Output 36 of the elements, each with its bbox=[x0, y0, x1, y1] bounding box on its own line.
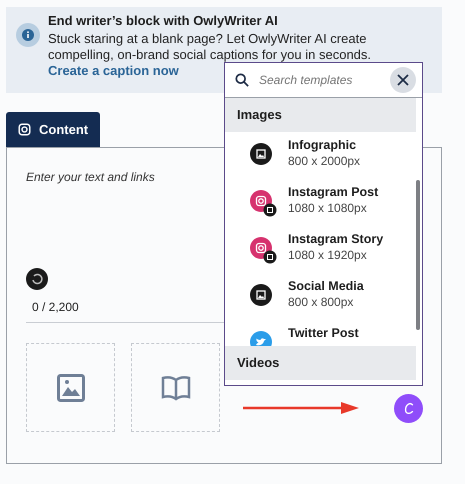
template-size: 1080 x 1080px bbox=[288, 201, 368, 215]
section-header: Videos bbox=[225, 346, 416, 380]
template-name: Social Media bbox=[288, 279, 364, 293]
image-icon bbox=[250, 143, 272, 165]
template-item[interactable]: Instagram Story 1080 x 1920px bbox=[225, 232, 422, 279]
book-icon bbox=[160, 374, 190, 402]
template-name: Twitter Post bbox=[288, 326, 359, 340]
template-item[interactable]: Infographic 800 x 2000px bbox=[225, 138, 422, 185]
template-name: Infographic bbox=[288, 138, 358, 152]
instagram-image-icon bbox=[250, 190, 277, 217]
template-size: 1080 x 1920px bbox=[288, 248, 368, 262]
search-icon bbox=[235, 73, 249, 87]
add-content-button[interactable] bbox=[131, 343, 220, 432]
template-size: 800 x 800px bbox=[288, 295, 354, 309]
scrollbar[interactable] bbox=[416, 180, 420, 330]
template-item[interactable]: Social Media 800 x 800px bbox=[225, 279, 422, 326]
close-button[interactable] bbox=[390, 67, 416, 93]
instagram-icon bbox=[18, 123, 31, 136]
add-image-button[interactable] bbox=[26, 343, 115, 432]
template-size: 800 x 2000px bbox=[288, 154, 360, 168]
template-name: Instagram Post bbox=[288, 185, 378, 199]
create-caption-link[interactable]: Create a caption now bbox=[48, 63, 179, 78]
content-tab[interactable]: Content bbox=[6, 112, 100, 147]
character-counter: 0 / 2,200 bbox=[32, 300, 79, 314]
template-item[interactable]: Instagram Post 1080 x 1080px bbox=[225, 185, 422, 232]
template-item[interactable]: Twitter Post bbox=[225, 326, 422, 346]
banner-title: End writer’s block with OwlyWriter AI bbox=[48, 13, 279, 28]
script-c-icon bbox=[402, 402, 414, 416]
image-icon bbox=[56, 374, 84, 402]
instagram-image-icon bbox=[250, 237, 277, 264]
section-header: Images bbox=[225, 98, 416, 132]
template-name: Instagram Story bbox=[288, 232, 384, 246]
close-icon bbox=[397, 74, 409, 86]
image-icon bbox=[250, 284, 272, 306]
loading-icon bbox=[26, 268, 48, 290]
info-icon bbox=[16, 23, 40, 47]
